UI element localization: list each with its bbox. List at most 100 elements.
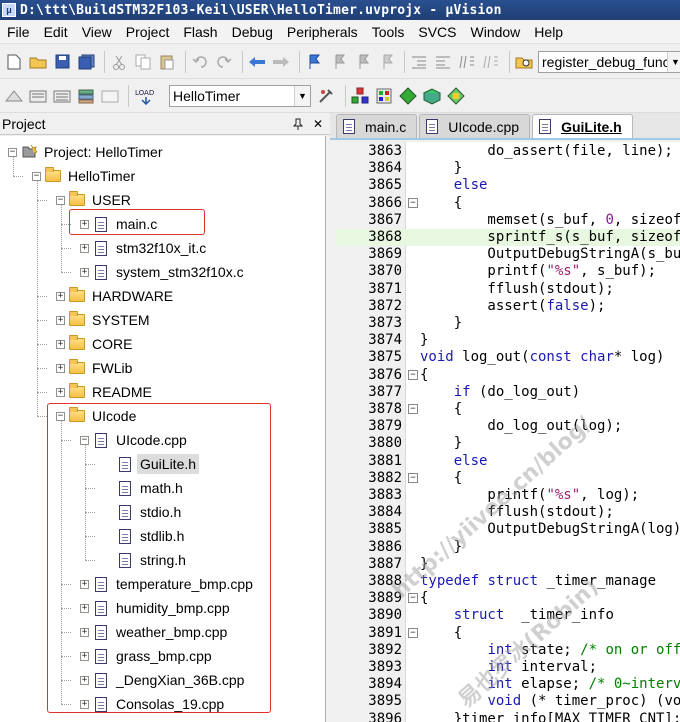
tree-item[interactable]: + SYSTEM: [56, 309, 153, 331]
code-line[interactable]: 3896 }timer_info[MAX_TIMER_CNT];: [336, 711, 680, 722]
build-icon[interactable]: [28, 86, 48, 106]
code-line[interactable]: 3893 int interval;: [336, 659, 680, 676]
tree-item[interactable]: − HelloTimer: [32, 165, 138, 187]
indent-icon[interactable]: [409, 52, 429, 72]
manage-rte-icon[interactable]: [398, 86, 418, 106]
code-line[interactable]: 3867 memset(s_buf, 0, sizeof(s_buf));: [336, 212, 680, 229]
code-line[interactable]: 3865 else: [336, 177, 680, 194]
expand-icon[interactable]: +: [80, 219, 89, 229]
tree-item[interactable]: stdio.h: [104, 501, 184, 523]
expand-icon[interactable]: +: [80, 627, 89, 637]
code-line[interactable]: 3866− {: [336, 195, 680, 212]
expand-icon[interactable]: +: [56, 339, 65, 349]
fold-toggle-icon[interactable]: −: [408, 627, 418, 638]
menu-debug[interactable]: Debug: [225, 21, 280, 43]
comment-icon[interactable]: [457, 52, 477, 72]
target-combo[interactable]: HelloTimer ▼: [169, 84, 311, 107]
code-line[interactable]: 3870 printf("%s", s_buf);: [336, 263, 680, 280]
expand-icon[interactable]: +: [80, 267, 89, 277]
code-line[interactable]: 3869 OutputDebugStringA(s_buf);: [336, 246, 680, 263]
menu-project[interactable]: Project: [119, 21, 177, 43]
tree-item[interactable]: − Project: HelloTimer: [8, 141, 166, 163]
undo-icon[interactable]: [190, 52, 210, 72]
code-line[interactable]: 3879 do_log_out(log);: [336, 418, 680, 435]
expand-icon[interactable]: +: [56, 291, 65, 301]
tree-item[interactable]: string.h: [104, 549, 189, 571]
uncomment-icon[interactable]: [481, 52, 501, 72]
expand-icon[interactable]: +: [80, 579, 89, 589]
tree-item[interactable]: math.h: [104, 477, 186, 499]
expand-icon[interactable]: +: [80, 243, 89, 253]
code-line[interactable]: 3873 }: [336, 315, 680, 332]
code-line[interactable]: 3894 int elapse; /* 0~interval */: [336, 676, 680, 693]
menu-file[interactable]: File: [0, 21, 37, 43]
code-line[interactable]: 3877 if (do_log_out): [336, 384, 680, 401]
navigate-forward-icon[interactable]: [271, 52, 291, 72]
code-line[interactable]: 3885 OutputDebugStringA(log);: [336, 521, 680, 538]
collapse-icon[interactable]: −: [32, 171, 41, 181]
tree-item[interactable]: + FWLib: [56, 357, 135, 379]
menu-peripherals[interactable]: Peripherals: [280, 21, 365, 43]
tab-main-c[interactable]: main.c: [336, 114, 418, 138]
code-line[interactable]: 3887}: [336, 556, 680, 573]
fold-toggle-icon[interactable]: −: [408, 472, 418, 483]
code-line[interactable]: 3883 printf("%s", log);: [336, 487, 680, 504]
rebuild-icon[interactable]: [52, 86, 72, 106]
expand-icon[interactable]: +: [56, 315, 65, 325]
fold-toggle-icon[interactable]: −: [408, 197, 418, 208]
tree-item[interactable]: − UIcode: [56, 405, 139, 427]
fold-toggle-icon[interactable]: −: [408, 404, 418, 414]
code-line[interactable]: 3880 }: [336, 435, 680, 452]
component-icon[interactable]: [446, 86, 466, 106]
menu-svcs[interactable]: SVCS: [411, 21, 463, 43]
bookmark-icon[interactable]: [304, 52, 324, 72]
collapse-icon[interactable]: −: [56, 195, 65, 205]
code-line[interactable]: 3888 typedef struct _timer_manage: [336, 573, 680, 590]
copy-icon[interactable]: [133, 52, 153, 72]
tree-item[interactable]: + grass_bmp.cpp: [80, 645, 215, 667]
code-line[interactable]: 3892 int state; /* on or off */: [336, 642, 680, 659]
function-combo[interactable]: register_debug_func ▼: [538, 50, 680, 73]
tree-item[interactable]: GuiLite.h: [104, 453, 200, 475]
collapse-icon[interactable]: −: [56, 411, 65, 421]
load-download-icon[interactable]: LOAD: [133, 86, 159, 106]
new-file-icon[interactable]: [4, 52, 24, 72]
expand-icon[interactable]: +: [80, 675, 89, 685]
tab-guilite-h[interactable]: GuiLite.h: [532, 114, 633, 138]
code-line[interactable]: 3871 fflush(stdout);: [336, 281, 680, 298]
chevron-down-icon[interactable]: ▼: [667, 51, 680, 72]
tree-item[interactable]: stdlib.h: [104, 525, 187, 547]
code-line[interactable]: 3878− {: [336, 401, 680, 418]
code-line[interactable]: 3881 else: [336, 453, 680, 470]
expand-icon[interactable]: +: [80, 699, 89, 709]
tree-item[interactable]: + stm32f10x_it.c: [80, 237, 209, 259]
menu-tools[interactable]: Tools: [365, 21, 412, 43]
tree-item[interactable]: + humidity_bmp.cpp: [80, 597, 233, 619]
pin-icon[interactable]: [290, 116, 306, 132]
unindent-icon[interactable]: [433, 52, 453, 72]
code-line[interactable]: 3868 sprintf_s(s_buf, sizeof(s_buf),: [336, 229, 680, 246]
stop-build-icon[interactable]: [100, 86, 120, 106]
uvision-app-icon[interactable]: μ: [2, 3, 16, 17]
menu-window[interactable]: Window: [464, 21, 528, 43]
tree-item[interactable]: + CORE: [56, 333, 135, 355]
target-options-icon[interactable]: [317, 86, 337, 106]
expand-icon[interactable]: +: [80, 603, 89, 613]
menu-help[interactable]: Help: [527, 21, 570, 43]
collapse-icon[interactable]: −: [80, 435, 89, 445]
menu-flash[interactable]: Flash: [176, 21, 224, 43]
close-icon[interactable]: ✕: [310, 116, 326, 132]
select-packs-icon[interactable]: [374, 86, 394, 106]
menu-edit[interactable]: Edit: [37, 21, 75, 43]
redo-icon[interactable]: [214, 52, 234, 72]
code-line[interactable]: 3884 fflush(stdout);: [336, 504, 680, 521]
code-line[interactable]: 3886 }: [336, 539, 680, 556]
tree-item[interactable]: + Consolas_19.cpp: [80, 693, 227, 715]
code-line[interactable]: 3882− {: [336, 470, 680, 487]
expand-icon[interactable]: +: [56, 363, 65, 373]
code-line[interactable]: 3891− {: [336, 625, 680, 642]
code-line[interactable]: 3864 }: [336, 160, 680, 177]
code-line[interactable]: 3875 void log_out(const char* log): [336, 349, 680, 366]
code-editor[interactable]: 3863 do_assert(file, line); 3864 } 3865 el…: [336, 142, 680, 722]
batch-build-icon[interactable]: [76, 86, 96, 106]
